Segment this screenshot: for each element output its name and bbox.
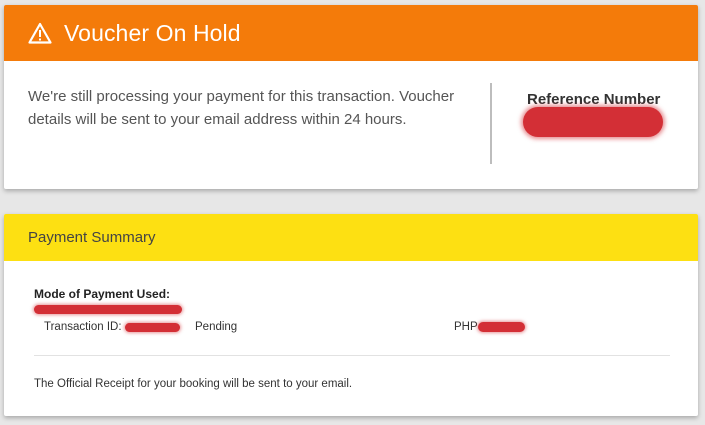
transaction-id-label: Transaction ID: — [44, 321, 122, 333]
receipt-note: The Official Receipt for your booking wi… — [34, 378, 353, 390]
amount-redacted — [478, 322, 525, 332]
currency-label: PHP — [454, 321, 478, 333]
summary-divider — [34, 355, 670, 356]
mode-of-payment-label: Mode of Payment Used: — [34, 287, 171, 301]
hold-header: Voucher On Hold — [4, 5, 698, 61]
voucher-hold-card: Voucher On Hold We're still processing y… — [4, 5, 698, 189]
mode-of-payment-redacted — [34, 305, 182, 314]
hold-message: We're still processing your payment for … — [28, 88, 455, 128]
transaction-id-redacted — [125, 323, 180, 332]
reference-number-redacted — [523, 107, 663, 137]
summary-body: Mode of Payment Used: Transaction ID: Pe… — [4, 261, 698, 416]
summary-title: Payment Summary — [28, 229, 156, 246]
summary-header: Payment Summary — [4, 214, 698, 261]
reference-number-label: Reference Number — [527, 91, 661, 108]
warning-triangle-icon — [28, 22, 52, 44]
vertical-divider — [490, 83, 492, 164]
hold-title: Voucher On Hold — [64, 19, 241, 46]
payment-summary-card: Payment Summary Mode of Payment Used: Tr… — [4, 214, 698, 416]
hold-body: We're still processing your payment for … — [4, 61, 698, 189]
payment-status: Pending — [195, 321, 238, 333]
